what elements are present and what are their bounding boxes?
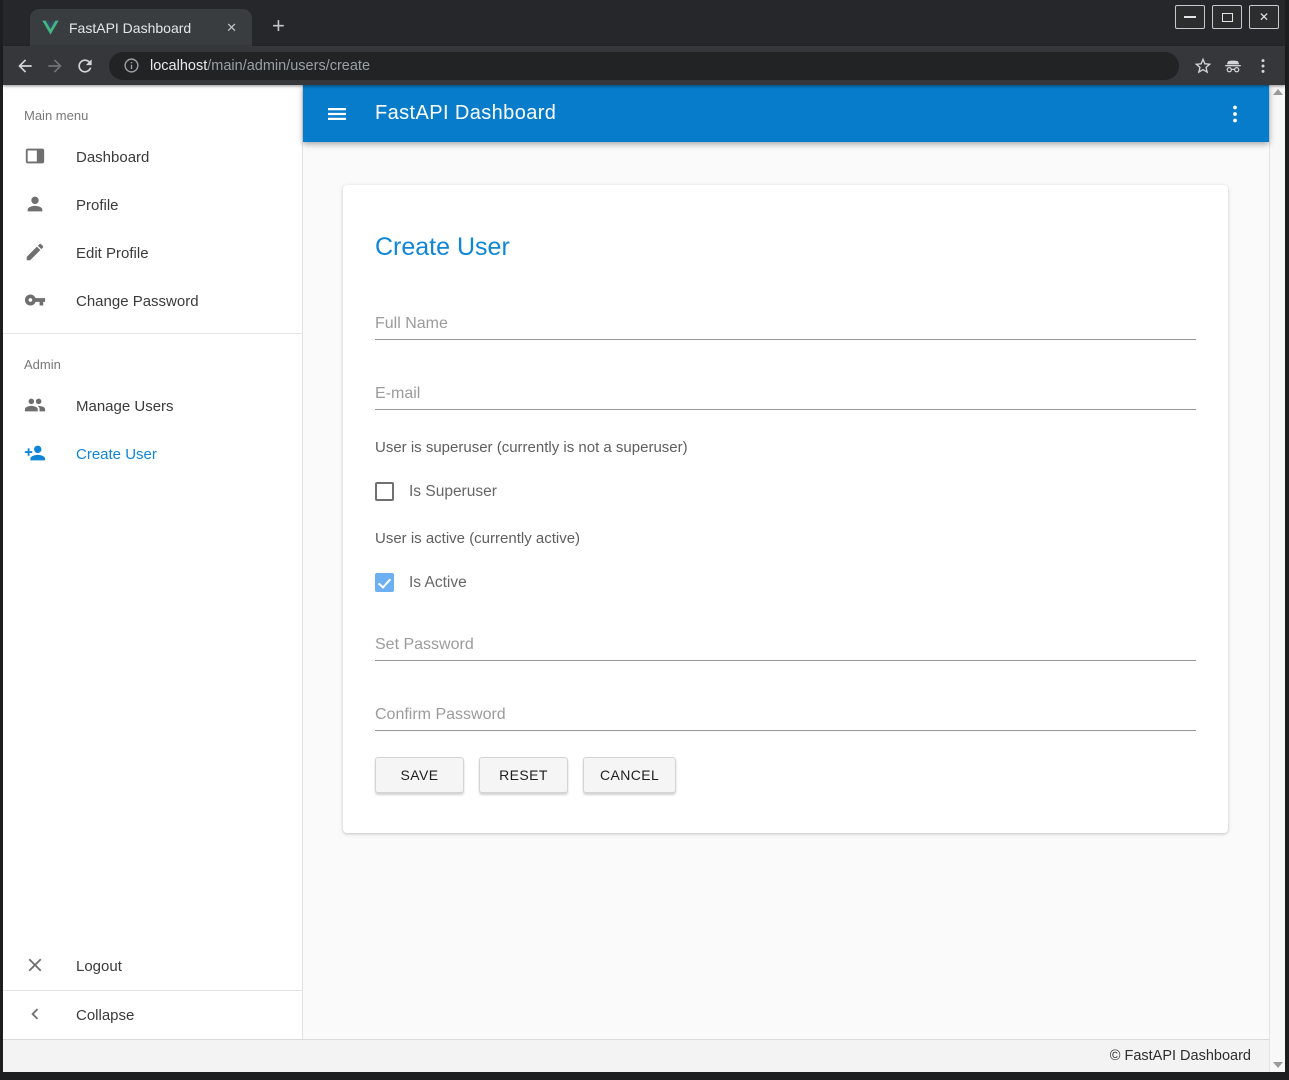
vue-logo-icon — [42, 20, 59, 35]
app-bar: FastAPI Dashboard — [303, 85, 1269, 142]
minimize-icon — [1184, 16, 1196, 18]
back-arrow-icon — [15, 56, 35, 76]
active-note: User is active (currently active) — [375, 530, 1196, 547]
reset-button[interactable]: RESET — [479, 757, 568, 793]
content-area: Create User User is superuser (currently… — [303, 142, 1269, 1039]
is-active-checkbox[interactable] — [375, 573, 394, 592]
sidebar-section-main-menu: Main menu — [3, 85, 302, 133]
sidebar-item-edit-profile[interactable]: Edit Profile — [3, 229, 302, 277]
address-bar[interactable]: localhost/main/admin/users/create — [109, 52, 1179, 80]
sidebar-item-logout[interactable]: Logout — [3, 942, 302, 990]
pencil-icon — [24, 241, 48, 265]
vertical-scrollbar[interactable] — [1269, 85, 1285, 1072]
close-icon: ✕ — [1259, 10, 1269, 24]
browser-window: FastAPI Dashboard ✕ + ✕ localhost/main/a… — [0, 0, 1289, 1080]
sidebar-item-label: Profile — [76, 197, 119, 214]
form-buttons: SAVE RESET CANCEL — [375, 757, 1196, 793]
browser-toolbar: localhost/main/admin/users/create — [3, 46, 1285, 85]
person-icon — [24, 193, 48, 217]
browser-tab[interactable]: FastAPI Dashboard ✕ — [30, 9, 252, 46]
new-tab-button[interactable]: + — [266, 16, 291, 36]
is-superuser-checkbox[interactable] — [375, 482, 394, 501]
page-viewport: Main menu Dashboard Profile — [3, 85, 1285, 1072]
sidebar-section-admin: Admin — [3, 334, 302, 382]
close-button[interactable]: ✕ — [1249, 5, 1279, 29]
sidebar-item-label: Collapse — [76, 1007, 134, 1024]
appbar-kebab-menu-icon[interactable] — [1223, 102, 1247, 126]
url-path: /main/admin/users/create — [207, 58, 370, 74]
window-controls: ✕ — [1175, 5, 1279, 29]
person-add-icon — [24, 442, 48, 466]
email-field[interactable] — [375, 378, 1196, 410]
copyright-text: © FastAPI Dashboard — [1110, 1048, 1251, 1064]
full-name-field[interactable] — [375, 308, 1196, 340]
url-host: localhost — [150, 58, 207, 74]
tab-strip: FastAPI Dashboard ✕ + ✕ — [3, 0, 1285, 46]
reload-icon — [75, 56, 95, 76]
tab-title: FastAPI Dashboard — [69, 20, 221, 36]
key-icon — [24, 289, 48, 313]
sidebar-item-manage-users[interactable]: Manage Users — [3, 382, 302, 430]
page-footer: © FastAPI Dashboard — [3, 1039, 1269, 1072]
active-checkbox-row: Is Active — [375, 573, 1196, 592]
page-info-icon[interactable] — [123, 57, 140, 74]
sidebar-item-label: Manage Users — [76, 398, 174, 415]
superuser-note: User is superuser (currently is not a su… — [375, 439, 1196, 456]
scroll-down-arrow-icon[interactable] — [1273, 1062, 1283, 1068]
sidebar-item-label: Change Password — [76, 293, 199, 310]
sidebar-item-label: Dashboard — [76, 149, 149, 166]
incognito-icon — [1223, 56, 1243, 76]
back-button[interactable] — [13, 54, 37, 78]
sidebar: Main menu Dashboard Profile — [3, 85, 303, 1039]
sidebar-item-profile[interactable]: Profile — [3, 181, 302, 229]
set-password-field[interactable] — [375, 629, 1196, 661]
sidebar-item-label: Logout — [76, 958, 122, 975]
app-title: FastAPI Dashboard — [375, 102, 556, 125]
cancel-button[interactable]: CANCEL — [583, 757, 676, 793]
is-superuser-label: Is Superuser — [409, 483, 497, 501]
main-area: FastAPI Dashboard Create User User is su… — [303, 85, 1269, 1039]
page-title: Create User — [375, 233, 1196, 262]
chevron-left-icon — [24, 1003, 48, 1027]
logout-x-icon — [24, 954, 48, 978]
scroll-up-arrow-icon[interactable] — [1273, 89, 1283, 95]
create-user-card: Create User User is superuser (currently… — [343, 185, 1228, 833]
superuser-checkbox-row: Is Superuser — [375, 482, 1196, 501]
sidebar-item-collapse[interactable]: Collapse — [3, 991, 302, 1039]
dashboard-icon — [24, 145, 48, 169]
save-button[interactable]: SAVE — [375, 757, 464, 793]
forward-arrow-icon — [45, 56, 65, 76]
hamburger-menu-icon[interactable] — [325, 102, 349, 126]
sidebar-item-label: Edit Profile — [76, 245, 149, 262]
star-icon — [1193, 56, 1213, 76]
forward-button[interactable] — [43, 54, 67, 78]
reload-button[interactable] — [73, 54, 97, 78]
maximize-icon — [1222, 13, 1233, 22]
sidebar-item-change-password[interactable]: Change Password — [3, 277, 302, 325]
incognito-badge — [1221, 54, 1245, 78]
bookmark-star-button[interactable] — [1191, 54, 1215, 78]
sidebar-item-dashboard[interactable]: Dashboard — [3, 133, 302, 181]
maximize-button[interactable] — [1212, 5, 1242, 29]
sidebar-item-label: Create User — [76, 446, 157, 463]
is-active-label: Is Active — [409, 574, 467, 592]
confirm-password-field[interactable] — [375, 699, 1196, 731]
minimize-button[interactable] — [1175, 5, 1205, 29]
tab-close-icon[interactable]: ✕ — [221, 18, 242, 38]
browser-menu-button[interactable] — [1251, 54, 1275, 78]
kebab-menu-icon — [1253, 56, 1273, 76]
sidebar-item-create-user[interactable]: Create User — [3, 430, 302, 478]
people-icon — [24, 394, 48, 418]
